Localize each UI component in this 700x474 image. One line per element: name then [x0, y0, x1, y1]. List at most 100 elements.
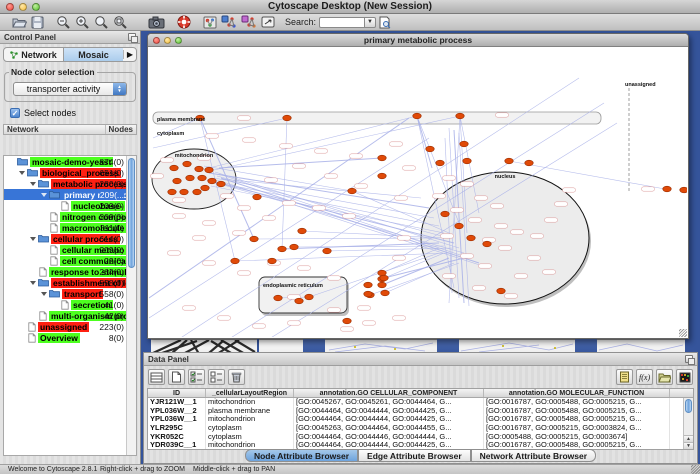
graph-node[interactable]: [278, 246, 286, 252]
graph-node[interactable]: [378, 155, 386, 161]
column-header[interactable]: ID: [148, 389, 206, 397]
graph-edge[interactable]: [309, 253, 439, 297]
select-attributes-button[interactable]: [188, 369, 205, 385]
graph-node[interactable]: [497, 288, 505, 294]
unselect-attributes-button[interactable]: [208, 369, 225, 385]
select-nodes-checkbox[interactable]: ✓: [10, 108, 20, 118]
search-dropdown-arrow-icon[interactable]: ▼: [365, 17, 376, 28]
float-panel-icon[interactable]: [685, 355, 693, 363]
graph-node[interactable]: [378, 173, 386, 179]
tab-node-attribute-browser[interactable]: Node Attribute Browser: [245, 449, 358, 462]
tree-row[interactable]: nitrogen compo209(0): [4, 211, 136, 222]
table-row[interactable]: YLR295Ccytoplasm[GO:0045263, GO:0044464,…: [148, 424, 693, 433]
graph-edge[interactable]: [235, 253, 449, 261]
tree-scrollbar[interactable]: [126, 156, 136, 455]
more-tabs-arrow-icon[interactable]: ▶: [123, 50, 136, 59]
graph-node[interactable]: [436, 160, 444, 166]
window-titlebar[interactable]: Cytoscape Desktop (New Session): [0, 0, 700, 14]
table-row[interactable]: YPL036W__1mitochondrion[GO:0044464, GO:0…: [148, 415, 693, 424]
tab-edge-attribute-browser[interactable]: Edge Attribute Browser: [358, 449, 471, 462]
graph-node[interactable]: [455, 223, 463, 229]
vizmapper-button[interactable]: [203, 15, 217, 30]
tree-row[interactable]: secretion41(0): [4, 299, 136, 310]
tree-row[interactable]: transport558(0): [4, 288, 136, 299]
tree-row[interactable]: cellular metabo209(0): [4, 244, 136, 255]
graph-node[interactable]: [364, 291, 372, 297]
tab-network-attribute-browser[interactable]: Network Attribute Browser: [471, 449, 596, 462]
graph-node[interactable]: [305, 294, 313, 300]
graph-node[interactable]: [467, 235, 475, 241]
expand-arrow-icon[interactable]: [30, 182, 36, 186]
attribute-table-button[interactable]: [148, 369, 165, 385]
graph-node[interactable]: [680, 187, 687, 193]
view-resize-grip[interactable]: [679, 329, 687, 337]
annotation-button[interactable]: [261, 15, 275, 30]
graph-node[interactable]: [295, 298, 303, 304]
tree-row[interactable]: biological_process651(0): [4, 167, 136, 178]
graph-node[interactable]: [180, 189, 188, 195]
graph-node[interactable]: [456, 113, 464, 119]
graph-node[interactable]: [183, 161, 191, 167]
graph-node[interactable]: [298, 228, 306, 234]
graph-node[interactable]: [378, 282, 386, 288]
graph-node[interactable]: [663, 186, 671, 192]
graph-node[interactable]: [525, 160, 533, 166]
table-scrollbar-thumb[interactable]: [685, 399, 692, 413]
tree-row[interactable]: cell communicat22(0): [4, 255, 136, 266]
graph-node[interactable]: [201, 185, 209, 191]
graph-node[interactable]: [505, 158, 513, 164]
tree-row[interactable]: primary metabo209(...: [4, 189, 136, 200]
graph-node[interactable]: [483, 241, 491, 247]
graph-node[interactable]: [168, 189, 176, 195]
tab-network[interactable]: Network: [4, 48, 63, 62]
zoom-selected-button[interactable]: [113, 15, 128, 30]
advanced-search-button[interactable]: [378, 15, 391, 30]
scroll-down-icon[interactable]: ▼: [684, 442, 693, 449]
import-attributes-folder-button[interactable]: [656, 369, 673, 385]
graph-node[interactable]: [208, 178, 216, 184]
window-resize-grip[interactable]: [691, 465, 700, 474]
float-panel-icon[interactable]: [128, 33, 136, 41]
tree-row[interactable]: mosaic-demo-yeast874(0): [4, 156, 136, 167]
graph-node[interactable]: [381, 290, 389, 296]
save-session-button[interactable]: [31, 15, 44, 30]
delete-attribute-trash-button[interactable]: [228, 369, 245, 385]
help-lifesaver-button[interactable]: [177, 15, 191, 30]
graph-node[interactable]: [268, 258, 276, 264]
expand-arrow-icon[interactable]: [19, 171, 25, 175]
scroll-up-icon[interactable]: ▲: [684, 435, 693, 442]
attribute-notes-button[interactable]: [616, 369, 633, 385]
matrix-view-button[interactable]: [676, 369, 693, 385]
tree-row[interactable]: response to stimulu264(0): [4, 266, 136, 277]
tree-row[interactable]: cellular process614(0): [4, 233, 136, 244]
graph-node[interactable]: [364, 282, 372, 288]
table-row[interactable]: YPL036W__2plasma membrane[GO:0044464, GO…: [148, 407, 693, 416]
tree-row[interactable]: multi-organism pro42(0): [4, 310, 136, 321]
graph-node[interactable]: [250, 236, 258, 242]
graph-node[interactable]: [463, 158, 471, 164]
graph-node[interactable]: [413, 113, 421, 119]
graph-node[interactable]: [460, 141, 468, 147]
zoom-out-button[interactable]: [56, 15, 71, 30]
graph-node[interactable]: [170, 165, 178, 171]
table-row[interactable]: YJR121W__1mitochondrion[GO:0045267, GO:0…: [148, 398, 693, 407]
new-attribute-button[interactable]: [168, 369, 185, 385]
network-view-window[interactable]: primary metabolic process plasma membran…: [147, 33, 689, 339]
graph-node[interactable]: [441, 211, 449, 217]
node-color-dropdown[interactable]: transporter activity ▲▼: [13, 82, 127, 96]
graph-node[interactable]: [195, 166, 203, 172]
expand-arrow-icon[interactable]: [30, 281, 36, 285]
tab-mosaic[interactable]: Mosaic: [63, 48, 123, 62]
graph-node[interactable]: [323, 248, 331, 254]
tree-row[interactable]: macromolecule311(0): [4, 222, 136, 233]
graph-node[interactable]: [173, 178, 181, 184]
graph-node[interactable]: [343, 318, 351, 324]
search-input[interactable]: [319, 17, 365, 28]
tree-scrollbar-thumb[interactable]: [128, 158, 135, 268]
graph-node[interactable]: [186, 175, 194, 181]
tree-row[interactable]: Overview8(0): [4, 332, 136, 343]
graph-node[interactable]: [426, 146, 434, 152]
plasma-membrane-region[interactable]: [153, 112, 601, 124]
export-network-button[interactable]: [241, 15, 257, 30]
column-header[interactable]: _cellularLayoutRegion: [206, 389, 294, 397]
